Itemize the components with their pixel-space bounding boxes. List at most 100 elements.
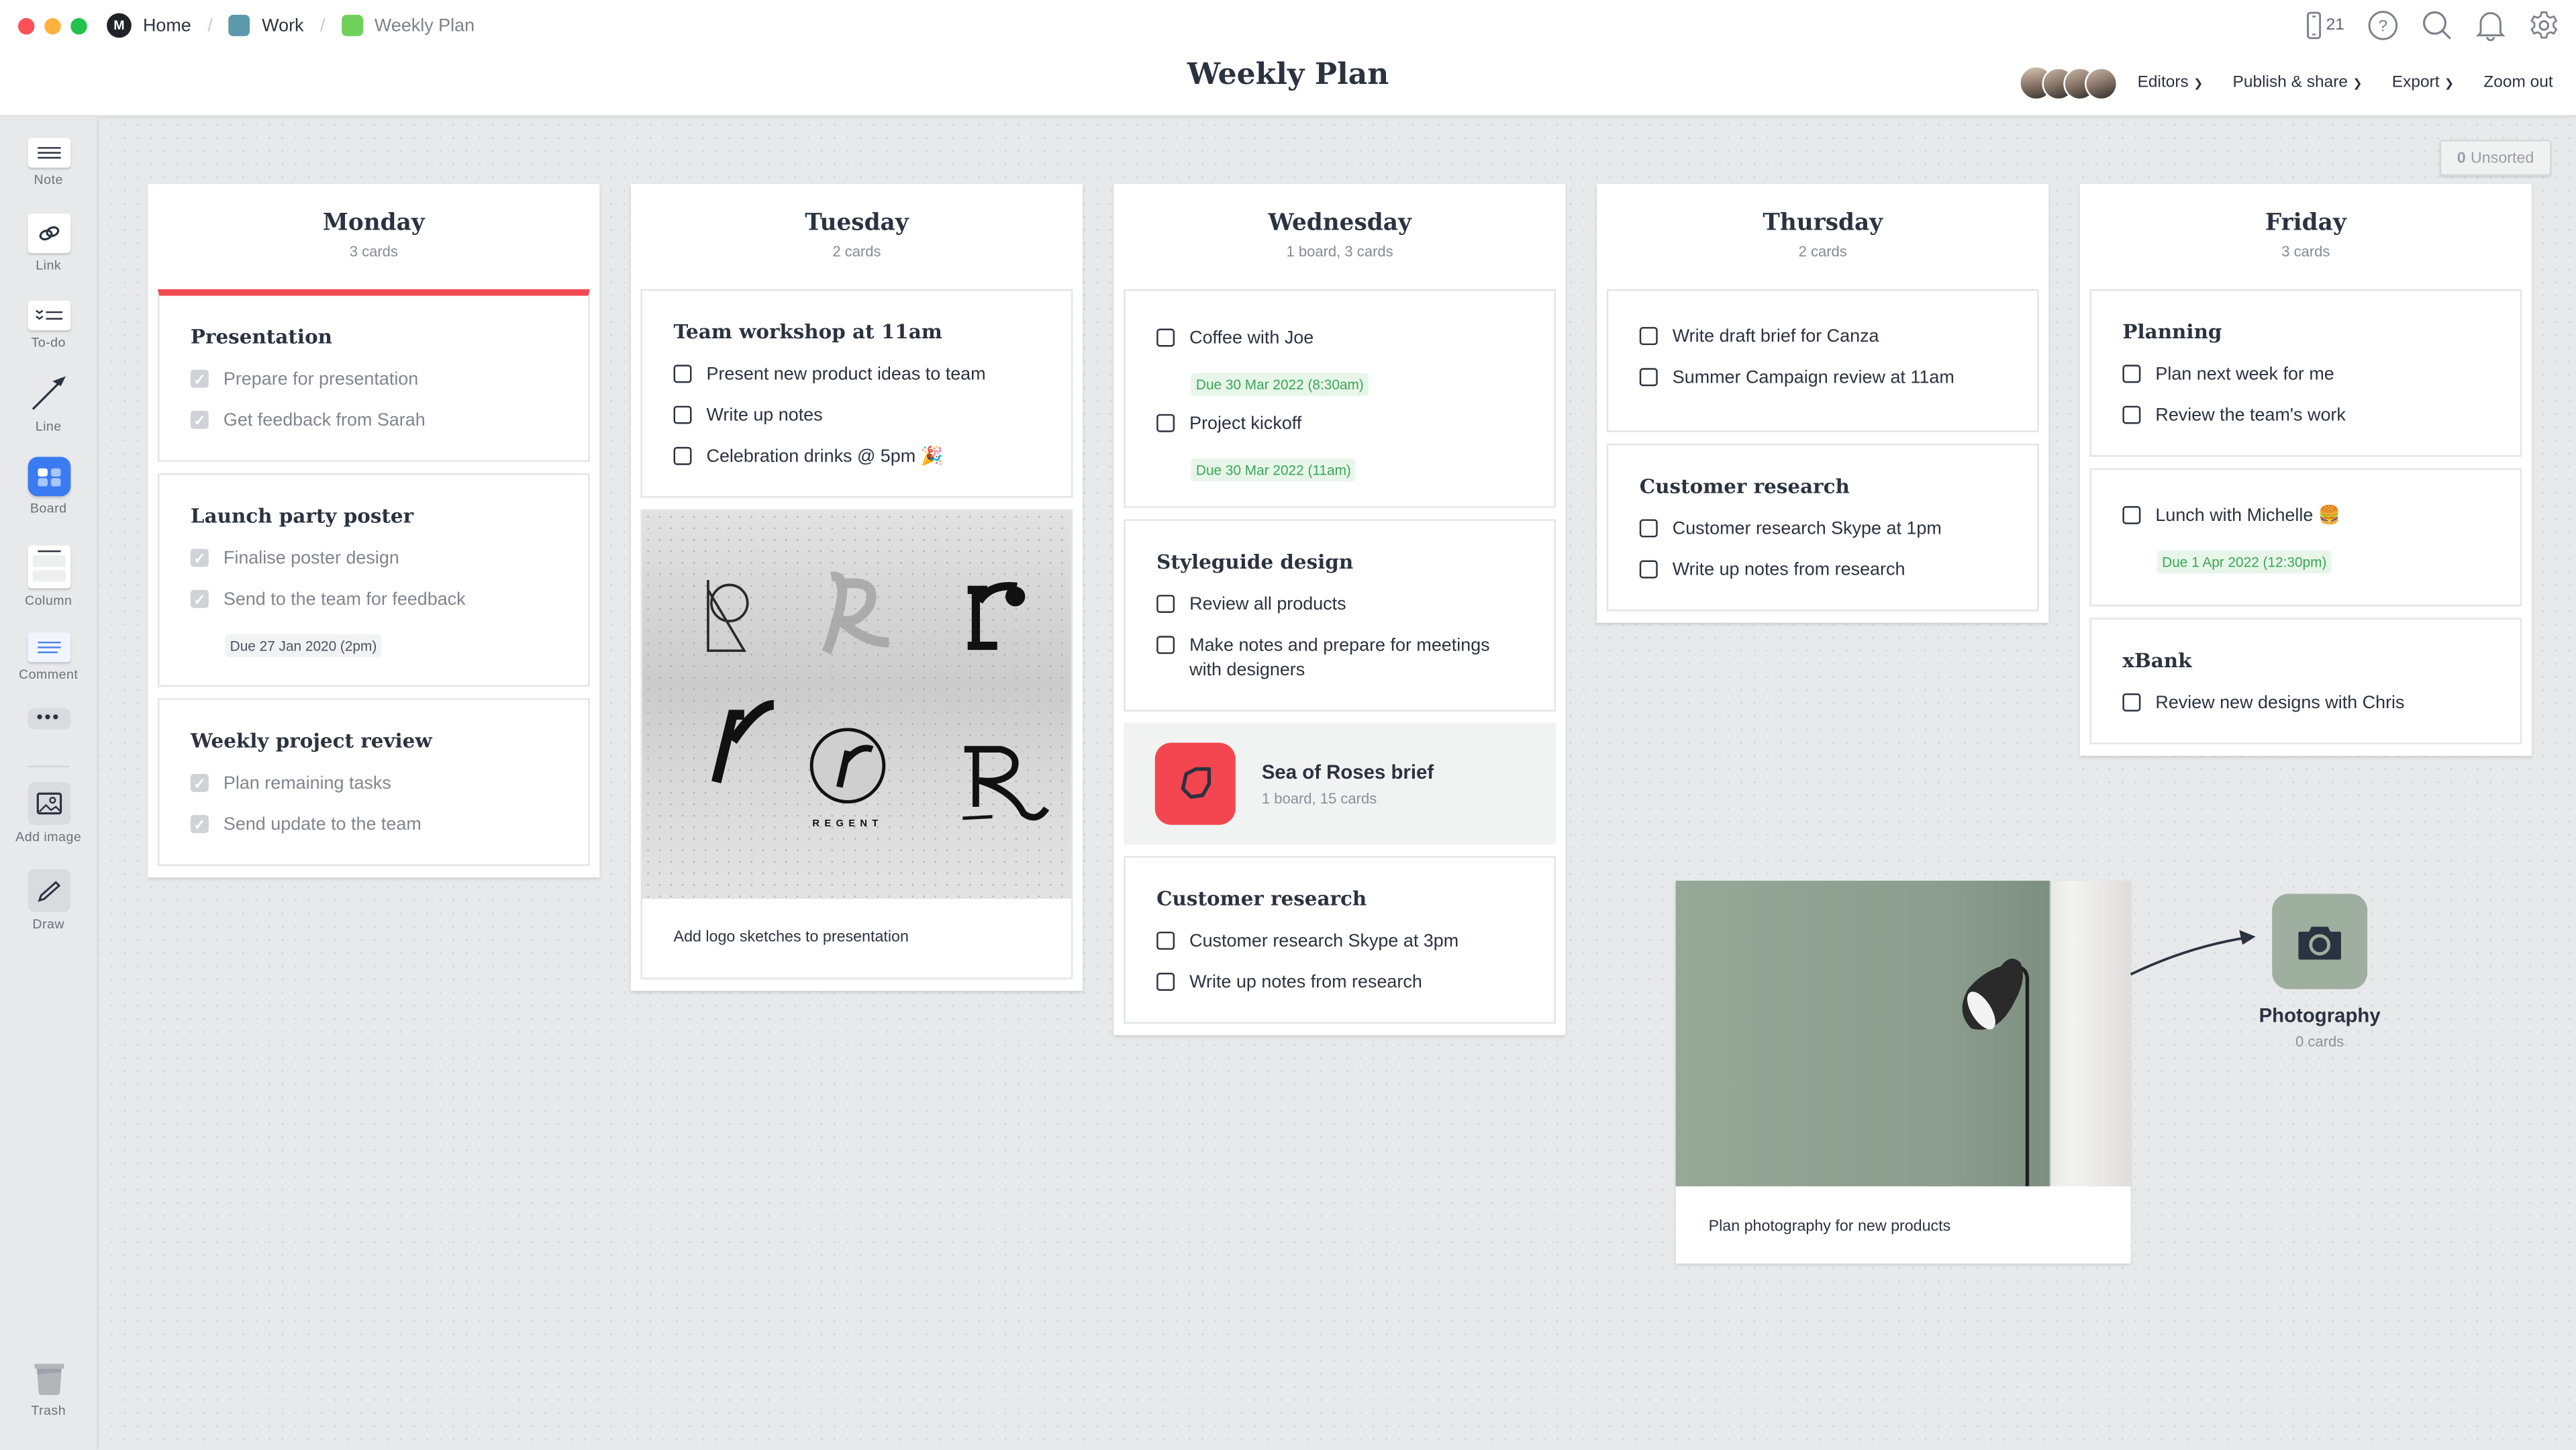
checkbox-checked[interactable]: ✓ <box>190 369 209 388</box>
todo-card[interactable]: Coffee with Joe Due 30 Mar 2022 (8:30am)… <box>1124 289 1556 508</box>
tool-column[interactable]: Column <box>0 545 97 608</box>
todo-text[interactable]: Plan next week for me <box>2155 363 2334 388</box>
window-minimize-button[interactable] <box>44 17 61 35</box>
checkbox[interactable] <box>1156 328 1175 347</box>
image-card-photography[interactable]: Plan photography for new products <box>1675 880 2131 1264</box>
tool-board[interactable]: Board <box>0 456 97 516</box>
column-friday[interactable]: Friday 3 cards Planning Plan next week f… <box>2079 184 2532 756</box>
todo-text[interactable]: Write up notes from research <box>1673 559 1905 583</box>
todo-text[interactable]: Present new product ideas to team <box>707 363 986 388</box>
todo-text[interactable]: Write up notes <box>707 404 823 429</box>
todo-text[interactable]: Make notes and prepare for meetings with… <box>1189 634 1523 683</box>
column-tuesday[interactable]: Tuesday 2 cards Team workshop at 11am Pr… <box>630 184 1083 991</box>
due-date-badge[interactable]: Due 27 Jan 2020 (2pm) <box>225 634 382 658</box>
connector-arrow[interactable] <box>2128 928 2259 981</box>
todo-card[interactable]: Planning Plan next week for me Review th… <box>2089 289 2522 457</box>
tool-comment[interactable]: Comment <box>0 632 97 682</box>
checkbox[interactable] <box>673 405 692 424</box>
tool-add-image[interactable]: Add image <box>0 782 97 844</box>
checkbox[interactable] <box>2122 505 2141 524</box>
export-dropdown[interactable]: Export ❯ <box>2392 74 2454 92</box>
board-card-sea-of-roses[interactable]: Sea of Roses brief 1 board, 15 cards <box>1124 722 1556 845</box>
editors-dropdown[interactable]: Editors ❯ <box>2138 74 2203 92</box>
bell-icon[interactable] <box>2475 10 2506 42</box>
checkbox[interactable] <box>1156 931 1175 950</box>
todo-text[interactable]: Send update to the team <box>224 814 422 838</box>
todo-text[interactable]: Review the team's work <box>2155 404 2345 429</box>
breadcrumb-home[interactable]: M Home <box>107 13 191 38</box>
tool-more[interactable]: ••• <box>0 708 97 734</box>
help-icon[interactable]: ? <box>2367 10 2399 42</box>
todo-card[interactable]: Lunch with Michelle 🍔 Due 1 Apr 2022 (12… <box>2089 468 2522 607</box>
tool-note[interactable]: Note <box>0 138 97 187</box>
todo-card[interactable]: Weekly project review ✓ Plan remaining ta… <box>157 698 590 866</box>
checkbox[interactable] <box>1639 368 1658 387</box>
editor-avatars[interactable] <box>2019 65 2118 101</box>
search-icon[interactable] <box>2422 10 2453 42</box>
checkbox-checked[interactable]: ✓ <box>190 589 209 608</box>
checkbox-checked[interactable]: ✓ <box>190 410 209 429</box>
checkbox[interactable] <box>673 446 692 465</box>
column-monday[interactable]: Monday 3 cards Presentation ✓ Prepare for… <box>148 184 600 878</box>
todo-text[interactable]: Write draft brief for Canza <box>1673 326 1879 350</box>
checkbox[interactable] <box>1156 595 1175 613</box>
image-caption[interactable]: Add logo sketches to presentation <box>642 899 1071 977</box>
zoom-out-button[interactable]: Zoom out <box>2483 74 2553 92</box>
column-wednesday[interactable]: Wednesday 1 board, 3 cards Coffee with J… <box>1113 184 1566 1036</box>
checkbox[interactable] <box>1639 519 1658 538</box>
todo-card[interactable]: Team workshop at 11am Present new produc… <box>640 289 1073 498</box>
todo-text[interactable]: Customer research Skype at 3pm <box>1189 930 1458 955</box>
checkbox[interactable] <box>1156 636 1175 655</box>
checkbox[interactable] <box>2122 365 2141 383</box>
tool-todo[interactable]: To-do <box>0 300 97 350</box>
tool-draw[interactable]: Draw <box>0 869 97 932</box>
checkbox[interactable] <box>2122 693 2141 712</box>
devices-button[interactable]: 21 <box>2306 11 2344 40</box>
todo-card[interactable]: Presentation ✓ Prepare for presentation ✓… <box>157 289 590 462</box>
todo-text[interactable]: Customer research Skype at 1pm <box>1673 518 1942 542</box>
column-thursday[interactable]: Thursday 2 cards Write draft brief for C… <box>1597 184 2049 623</box>
todo-text[interactable]: Lunch with Michelle 🍔 <box>2155 504 2340 529</box>
todo-card[interactable]: Write draft brief for Canza Summer Campa… <box>1606 289 2039 432</box>
todo-text[interactable]: Review all products <box>1189 593 1346 618</box>
checkbox[interactable] <box>1156 414 1175 432</box>
todo-card[interactable]: xBank Review new designs with Chris <box>2089 618 2522 744</box>
gear-icon[interactable] <box>2528 10 2560 42</box>
tool-line[interactable]: Line <box>0 371 97 434</box>
window-close-button[interactable] <box>17 17 35 35</box>
todo-text[interactable]: Get feedback from Sarah <box>224 409 426 434</box>
due-date-badge[interactable]: Due 1 Apr 2022 (12:30pm) <box>2157 550 2332 574</box>
todo-text[interactable]: Plan remaining tasks <box>224 772 391 797</box>
breadcrumb-weekly-plan[interactable]: Weekly Plan <box>341 15 475 36</box>
todo-text[interactable]: Celebration drinks @ 5pm 🎉 <box>707 445 944 470</box>
todo-text[interactable]: Summer Campaign review at 11am <box>1673 367 1954 391</box>
canvas[interactable]: M Home / Work / Weekly Plan Weekly Plan … <box>0 0 2576 1449</box>
trash[interactable]: Trash <box>0 1359 97 1418</box>
checkbox-checked[interactable]: ✓ <box>190 548 209 567</box>
todo-card[interactable]: Styleguide design Review all products Ma… <box>1124 519 1556 712</box>
board-photography[interactable]: Photography 0 cards <box>2250 893 2389 1050</box>
checkbox[interactable] <box>1639 327 1658 346</box>
todo-card[interactable]: Customer research Customer research Skyp… <box>1606 443 2039 612</box>
todo-text[interactable]: Send to the team for feedback <box>224 588 466 613</box>
checkbox[interactable] <box>673 365 692 383</box>
checkbox-checked[interactable]: ✓ <box>190 815 209 833</box>
publish-share-dropdown[interactable]: Publish & share ❯ <box>2233 74 2363 92</box>
image-caption[interactable]: Plan photography for new products <box>1676 1186 2131 1263</box>
tool-link[interactable]: Link <box>0 213 97 273</box>
todo-text[interactable]: Write up notes from research <box>1189 971 1422 996</box>
due-date-badge[interactable]: Due 30 Mar 2022 (8:30am) <box>1191 373 1369 396</box>
checkbox[interactable] <box>1156 973 1175 991</box>
checkbox-checked[interactable]: ✓ <box>190 773 209 792</box>
image-card[interactable]: REGENT Add logo sketches to presentation <box>640 509 1073 979</box>
todo-card[interactable]: Customer research Customer research Skyp… <box>1124 856 1556 1024</box>
todo-text[interactable]: Coffee with Joe <box>1189 327 1314 352</box>
unsorted-button[interactable]: 0 Unsorted <box>2439 140 2552 176</box>
todo-text[interactable]: Review new designs with Chris <box>2155 691 2404 716</box>
checkbox[interactable] <box>2122 405 2141 424</box>
breadcrumb-work[interactable]: Work <box>229 15 304 36</box>
checkbox[interactable] <box>1639 560 1658 579</box>
window-zoom-button[interactable] <box>70 17 87 35</box>
due-date-badge[interactable]: Due 30 Mar 2022 (11am) <box>1191 458 1356 482</box>
todo-text[interactable]: Finalise poster design <box>224 547 399 572</box>
